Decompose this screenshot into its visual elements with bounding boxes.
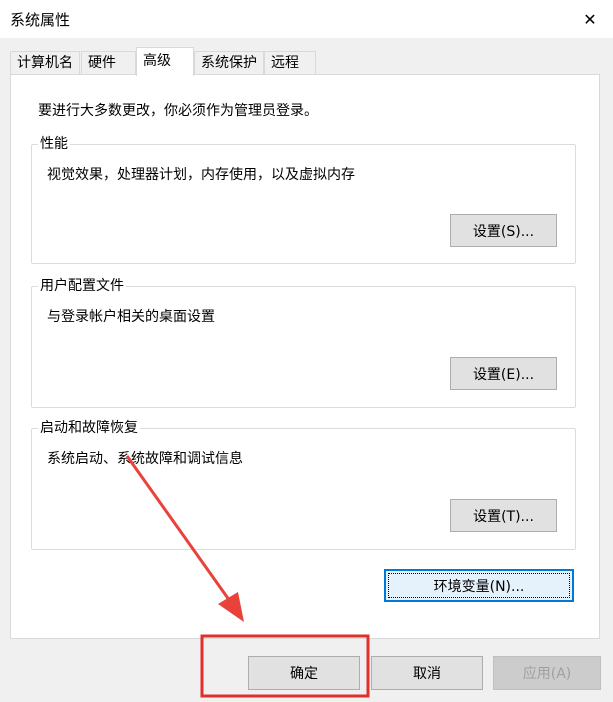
- apply-button[interactable]: 应用(A): [493, 656, 601, 690]
- environment-variables-button[interactable]: 环境变量(N)...: [384, 569, 574, 602]
- admin-note: 要进行大多数更改，你必须作为管理员登录。: [38, 103, 318, 119]
- user-profiles-settings-button[interactable]: 设置(E)...: [450, 357, 557, 390]
- close-button[interactable]: ✕: [567, 0, 613, 38]
- startup-recovery-description: 系统启动、系统故障和调试信息: [47, 451, 243, 467]
- close-icon: ✕: [583, 9, 597, 29]
- tab-advanced[interactable]: 高级: [136, 47, 194, 76]
- window-title: 系统属性: [10, 11, 71, 29]
- tab-computer-name[interactable]: 计算机名: [10, 51, 80, 74]
- ok-button[interactable]: 确定: [248, 656, 360, 690]
- tab-system-protection[interactable]: 系统保护: [194, 51, 264, 74]
- user-profiles-description: 与登录帐户相关的桌面设置: [47, 309, 215, 325]
- performance-settings-button[interactable]: 设置(S)...: [450, 214, 557, 247]
- focus-rectangle: [388, 573, 570, 598]
- performance-description: 视觉效果，处理器计划，内存使用，以及虚拟内存: [47, 167, 355, 183]
- tab-remote[interactable]: 远程: [264, 51, 316, 74]
- startup-recovery-group: 启动和故障恢复 系统启动、系统故障和调试信息 设置(T)...: [31, 419, 576, 550]
- cancel-button[interactable]: 取消: [371, 656, 483, 690]
- startup-recovery-title: 启动和故障恢复: [38, 419, 140, 437]
- user-profiles-group: 用户配置文件 与登录帐户相关的桌面设置 设置(E)...: [31, 277, 576, 408]
- performance-title: 性能: [38, 135, 70, 153]
- advanced-panel: 要进行大多数更改，你必须作为管理员登录。 性能 视觉效果，处理器计划，内存使用，…: [10, 74, 600, 639]
- startup-recovery-settings-button[interactable]: 设置(T)...: [450, 499, 557, 532]
- title-bar: 系统属性 ✕: [0, 0, 613, 38]
- tab-hardware[interactable]: 硬件: [81, 51, 136, 74]
- user-profiles-title: 用户配置文件: [38, 277, 126, 295]
- performance-group: 性能 视觉效果，处理器计划，内存使用，以及虚拟内存 设置(S)...: [31, 135, 576, 264]
